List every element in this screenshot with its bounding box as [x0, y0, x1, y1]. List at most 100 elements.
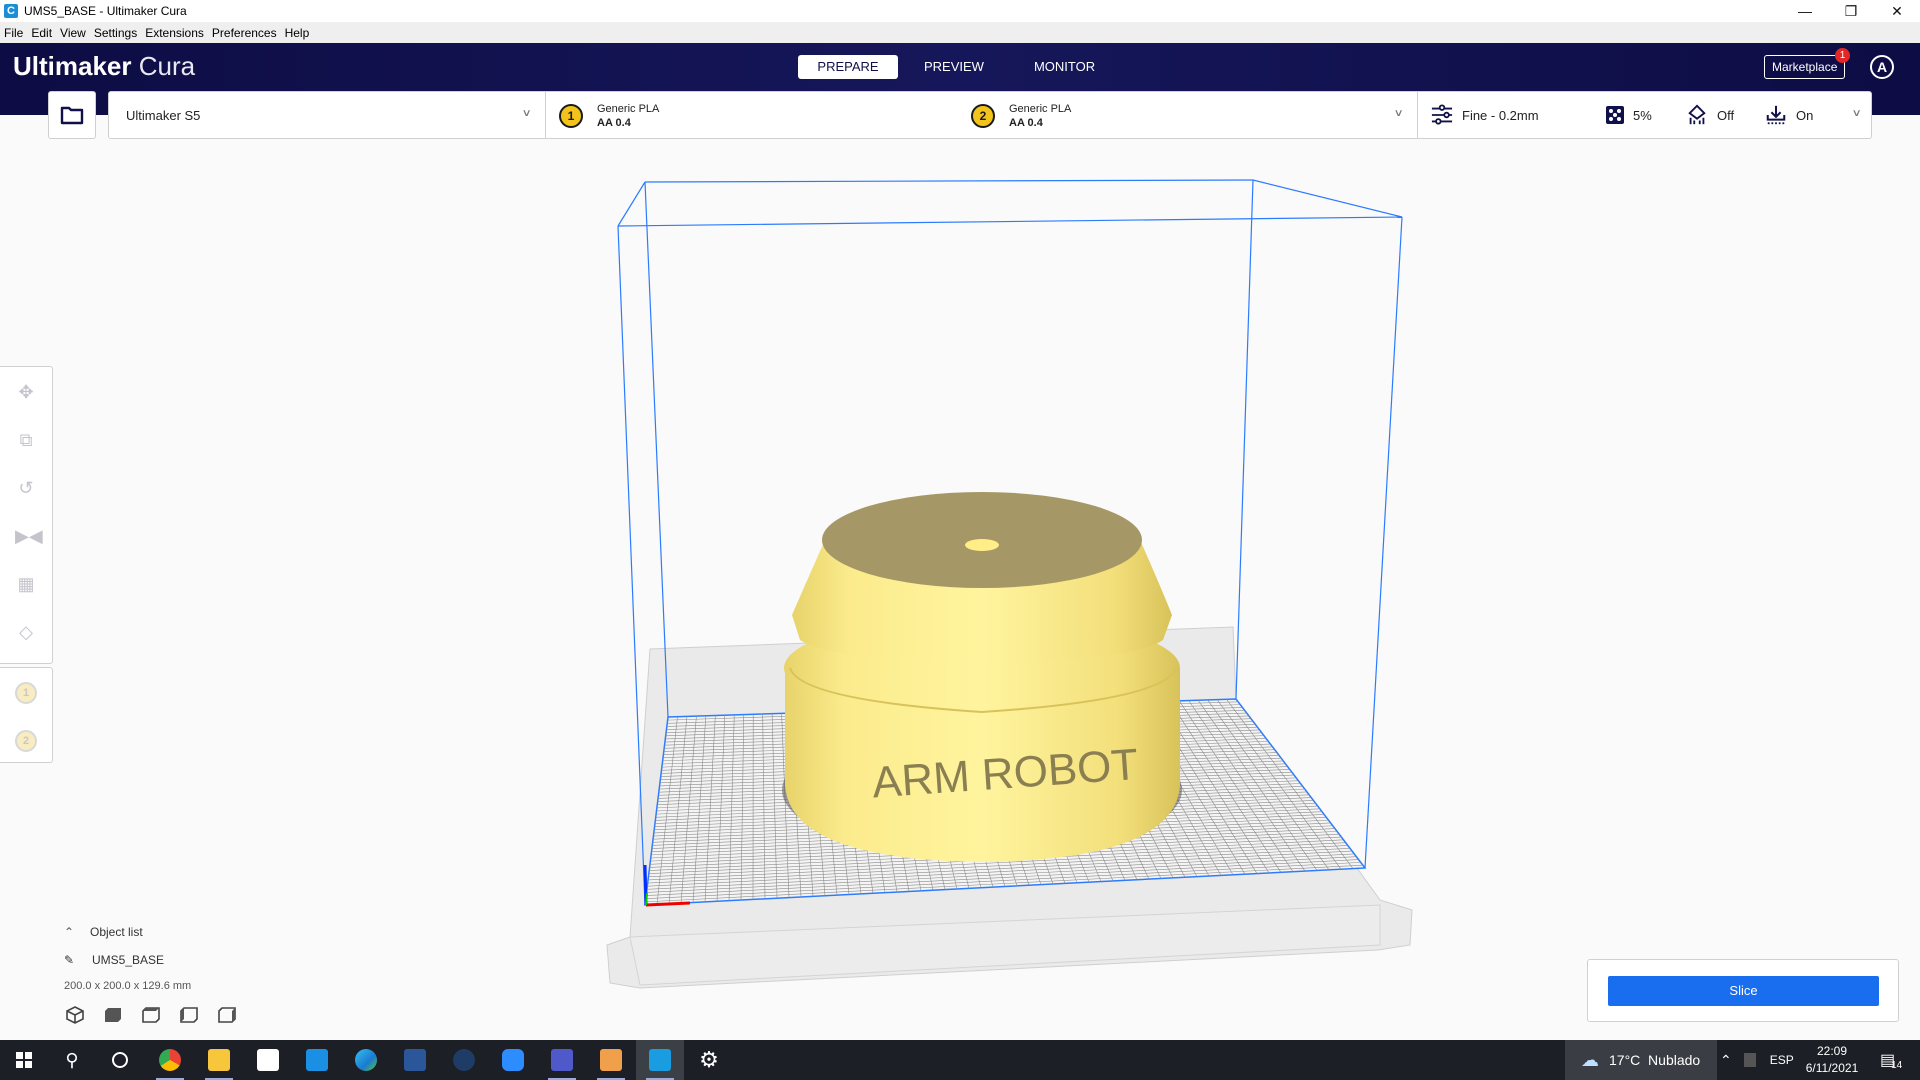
- edge-icon: [355, 1049, 377, 1071]
- 3d-view-icon[interactable]: [64, 1005, 86, 1025]
- taskbar-zoom[interactable]: [489, 1040, 537, 1080]
- move-tool-icon[interactable]: ✥: [15, 381, 37, 403]
- object-list-item[interactable]: ✎ UMS5_BASE: [64, 950, 191, 970]
- extruder-chevron-down-icon[interactable]: ∨: [1394, 108, 1404, 119]
- app-logo: Ultimaker Cura: [13, 51, 195, 82]
- mirror-tool-icon[interactable]: ▶◀: [15, 525, 43, 547]
- printer-selector[interactable]: Ultimaker S5: [126, 108, 200, 123]
- minimize-button[interactable]: —: [1782, 0, 1828, 22]
- chevron-up-icon: ⌃: [64, 925, 75, 939]
- object-list-toggle[interactable]: ⌃ Object list: [64, 922, 191, 942]
- model-ums5-base[interactable]: ARM ROBOT: [782, 492, 1182, 862]
- menu-preferences[interactable]: Preferences: [208, 26, 281, 40]
- notification-center[interactable]: ▤ 14: [1880, 1040, 1902, 1080]
- settings-sliders-icon: [1431, 104, 1453, 125]
- taskbar-file-explorer[interactable]: [195, 1040, 243, 1080]
- system-tray: ⌃ ESP: [1720, 1040, 1794, 1080]
- support-icon: [1688, 104, 1706, 125]
- extruder-selector-panel: 1 2: [0, 667, 53, 763]
- adhesion-setting[interactable]: On: [1765, 92, 1813, 138]
- print-profile-value: Fine - 0.2mm: [1462, 107, 1539, 123]
- teams-icon: [551, 1049, 573, 1071]
- slice-button[interactable]: Slice: [1608, 976, 1879, 1006]
- open-file-button[interactable]: [48, 91, 96, 139]
- tray-expand-icon[interactable]: ⌃: [1720, 1052, 1732, 1069]
- cortana-button[interactable]: [96, 1040, 144, 1080]
- word-icon: [404, 1049, 426, 1071]
- infill-value: 5%: [1633, 107, 1652, 123]
- search-button[interactable]: ⚲: [48, 1040, 96, 1080]
- left-view-icon[interactable]: [178, 1005, 200, 1025]
- taskbar-mail[interactable]: [293, 1040, 341, 1080]
- close-button[interactable]: ✕: [1874, 0, 1920, 22]
- print-settings-chevron-down-icon[interactable]: ∨: [1852, 108, 1862, 119]
- extruder-2-select-icon[interactable]: 2: [15, 730, 37, 752]
- cloud-icon: ☁: [1581, 1049, 1599, 1070]
- rotate-tool-icon[interactable]: ↺: [15, 477, 37, 499]
- weather-widget[interactable]: ☁ 17°C Nublado: [1565, 1040, 1717, 1080]
- clock-time: 22:09: [1816, 1044, 1848, 1058]
- account-avatar[interactable]: A: [1870, 55, 1894, 79]
- taskbar-word[interactable]: [391, 1040, 439, 1080]
- menu-help[interactable]: Help: [281, 26, 314, 40]
- window-title: UMS5_BASE - Ultimaker Cura: [24, 4, 187, 18]
- printer-chevron-down-icon[interactable]: ∨: [522, 108, 532, 119]
- print-profile-selector[interactable]: Fine - 0.2mm: [1431, 92, 1539, 138]
- menu-extensions[interactable]: Extensions: [141, 26, 208, 40]
- tab-monitor[interactable]: MONITOR: [1010, 55, 1119, 79]
- extruder-1[interactable]: 1 Generic PLA AA 0.4: [559, 102, 659, 130]
- taskbar-chrome[interactable]: [146, 1040, 194, 1080]
- top-view-icon[interactable]: [140, 1005, 162, 1025]
- extruder-2[interactable]: 2 Generic PLA AA 0.4: [971, 102, 1071, 130]
- extruder-1-select-icon[interactable]: 1: [15, 682, 37, 704]
- adhesion-icon: [1766, 105, 1786, 125]
- extruder-1-nozzle: AA 0.4: [597, 117, 631, 129]
- support-blocker-icon[interactable]: ◇: [15, 621, 37, 643]
- camera-view-buttons: [64, 1005, 238, 1025]
- tab-preview[interactable]: PREVIEW: [900, 55, 1008, 79]
- menu-file[interactable]: File: [0, 26, 27, 40]
- cortana-icon: [112, 1052, 128, 1068]
- stage-tabs: PREPARE PREVIEW MONITOR: [798, 55, 1121, 79]
- notification-count: 14: [1891, 1059, 1903, 1071]
- menu-view[interactable]: View: [56, 26, 90, 40]
- taskbar-fusion[interactable]: [587, 1040, 635, 1080]
- scale-tool-icon[interactable]: ⧉: [15, 429, 37, 451]
- taskbar-settings[interactable]: ⚙: [685, 1040, 733, 1080]
- search-icon: ⚲: [65, 1049, 79, 1070]
- extruder-1-material: Generic PLA: [597, 103, 660, 115]
- restore-button[interactable]: ❐: [1828, 0, 1874, 22]
- taskbar-edge[interactable]: [342, 1040, 390, 1080]
- taskbar-cura[interactable]: [636, 1040, 684, 1080]
- front-view-icon[interactable]: [102, 1005, 124, 1025]
- start-button[interactable]: [0, 1040, 48, 1080]
- clock[interactable]: 22:09 6/11/2021: [1800, 1043, 1864, 1077]
- extruder-1-icon: 1: [559, 104, 583, 128]
- epic-games-icon[interactable]: [1743, 1053, 1756, 1067]
- taskbar-teams[interactable]: [538, 1040, 586, 1080]
- object-name: UMS5_BASE: [92, 953, 165, 967]
- windows-logo-icon: [16, 1052, 32, 1068]
- object-dimensions: 200.0 x 200.0 x 129.6 mm: [64, 980, 192, 992]
- clock-date: 6/11/2021: [1805, 1061, 1859, 1075]
- taskbar-store[interactable]: [244, 1040, 292, 1080]
- menu-bar: File Edit View Settings Extensions Prefe…: [0, 22, 1920, 43]
- gear-icon: ⚙: [699, 1047, 719, 1072]
- taskbar-steam[interactable]: [440, 1040, 488, 1080]
- support-setting[interactable]: Off: [1686, 92, 1734, 138]
- machine-toolbar: Ultimaker S5 ∨ 1 Generic PLA AA 0.4 2 Ge…: [108, 91, 1872, 139]
- infill-setting[interactable]: 5%: [1606, 92, 1652, 138]
- right-view-icon[interactable]: [216, 1005, 238, 1025]
- menu-settings[interactable]: Settings: [90, 26, 141, 40]
- cura-icon: [649, 1049, 671, 1071]
- extruder-2-icon: 2: [971, 104, 995, 128]
- divider: [1417, 92, 1418, 138]
- chrome-icon: [159, 1049, 181, 1071]
- logo-light: Cura: [138, 51, 196, 81]
- tab-prepare[interactable]: PREPARE: [798, 55, 898, 79]
- per-model-settings-icon[interactable]: ▦: [15, 573, 37, 595]
- language-indicator[interactable]: ESP: [1770, 1053, 1794, 1067]
- 3d-viewport[interactable]: ARM ROBOT: [0, 139, 1920, 1035]
- marketplace-button[interactable]: Marketplace: [1764, 55, 1846, 79]
- menu-edit[interactable]: Edit: [27, 26, 56, 40]
